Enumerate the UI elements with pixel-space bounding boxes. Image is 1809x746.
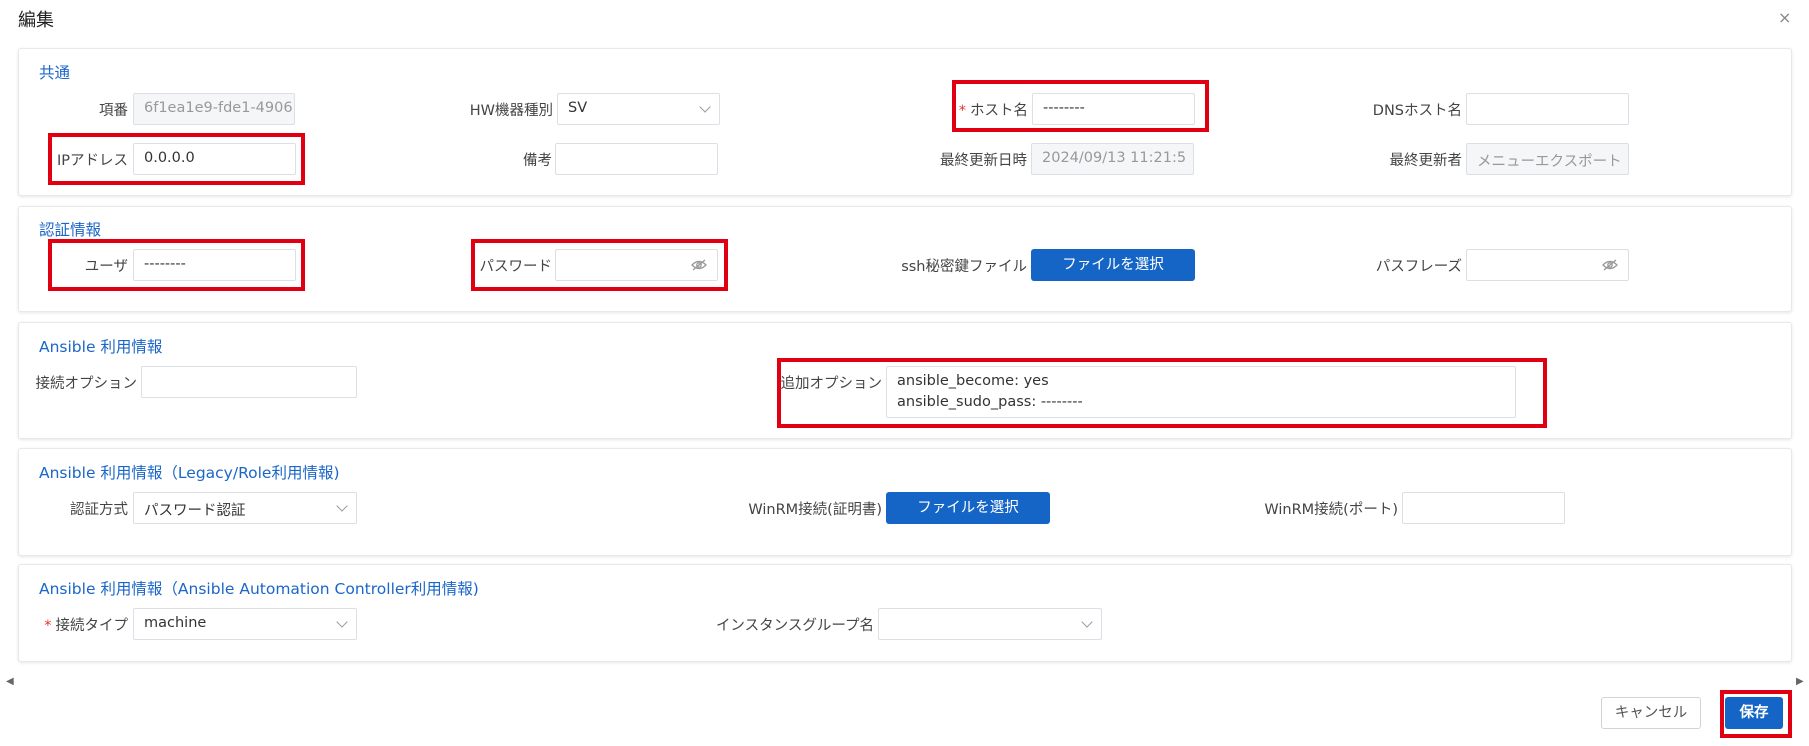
winrm-port-input[interactable] <box>1402 492 1565 524</box>
item-no-field: 6f1ea1e9-fde1-4906 <box>133 93 295 125</box>
passphrase-input[interactable] <box>1466 249 1629 281</box>
password-input[interactable] <box>555 249 718 281</box>
section-title-ansible: Ansible 利用情報 <box>39 338 163 356</box>
hostname-label: * ホスト名 <box>930 99 1028 120</box>
user-label: ユーザ <box>84 259 128 275</box>
ip-input[interactable]: 0.0.0.0 <box>133 143 296 175</box>
conn-type-label-text: 接続タイプ <box>55 618 129 634</box>
updated-by-field: メニューエクスポート <box>1466 143 1629 175</box>
dialog-title: 編集 <box>18 10 54 31</box>
extra-option-label: 追加オプション <box>780 376 883 392</box>
updated-at-field: 2024/09/13 11:21:5 <box>1031 143 1194 175</box>
ip-label: IPアドレス <box>56 153 128 169</box>
extra-option-textarea[interactable]: ansible_become: yes ansible_sudo_pass: -… <box>886 366 1516 418</box>
hw-type-value: SV <box>568 100 588 116</box>
ssh-key-file-button[interactable]: ファイルを選択 <box>1031 249 1195 281</box>
required-mark: * <box>44 618 52 634</box>
chevron-down-icon <box>336 616 348 628</box>
chevron-down-icon <box>1081 616 1093 628</box>
user-input[interactable]: -------- <box>133 249 296 281</box>
conn-type-label: * 接続タイプ <box>30 614 128 635</box>
conn-option-label: 接続オプション <box>35 376 138 392</box>
close-icon[interactable]: × <box>1778 8 1791 27</box>
auth-method-select[interactable]: パスワード認証 <box>133 492 357 524</box>
conn-option-input[interactable] <box>141 366 357 398</box>
conn-type-value: machine <box>144 615 207 631</box>
updated-by-label: 最終更新者 <box>1389 153 1463 169</box>
instance-group-select[interactable] <box>878 608 1102 640</box>
auth-method-value: パスワード認証 <box>144 503 246 519</box>
instance-group-label: インスタンスグループ名 <box>715 618 874 634</box>
ssh-key-label: ssh秘密鍵ファイル <box>901 259 1027 275</box>
chevron-down-icon <box>336 500 348 512</box>
hw-type-select[interactable]: SV <box>557 93 720 125</box>
updated-at-label: 最終更新日時 <box>940 153 1027 169</box>
dns-input[interactable] <box>1466 93 1629 125</box>
note-label: 備考 <box>523 153 552 169</box>
section-title-aac: Ansible 利用情報（Ansible Automation Controll… <box>39 580 479 598</box>
note-input[interactable] <box>555 143 718 175</box>
eye-off-icon[interactable] <box>691 258 707 272</box>
required-mark: * <box>958 103 966 119</box>
dns-label: DNSホスト名 <box>1372 103 1462 119</box>
eye-off-icon[interactable] <box>1602 258 1618 272</box>
scroll-left-icon[interactable]: ◀ <box>6 676 14 687</box>
section-title-common: 共通 <box>39 64 71 82</box>
passphrase-label: パスフレーズ <box>1375 259 1462 275</box>
hostname-input[interactable]: -------- <box>1032 93 1195 125</box>
section-title-legacy: Ansible 利用情報（Legacy/Role利用情報) <box>39 464 340 482</box>
chevron-down-icon <box>699 101 711 113</box>
cancel-button[interactable]: キャンセル <box>1601 697 1701 729</box>
hostname-label-text: ホスト名 <box>970 103 1028 119</box>
winrm-cert-file-button[interactable]: ファイルを選択 <box>886 492 1050 524</box>
save-button[interactable]: 保存 <box>1725 697 1783 729</box>
item-no-label: 項番 <box>99 103 128 119</box>
conn-type-select[interactable]: machine <box>133 608 357 640</box>
scroll-right-icon[interactable]: ▶ <box>1796 676 1804 687</box>
winrm-port-label: WinRM接続(ポート) <box>1264 502 1398 518</box>
winrm-cert-label: WinRM接続(証明書) <box>748 502 882 518</box>
auth-method-label: 認証方式 <box>70 502 128 518</box>
password-label: パスワード <box>479 259 553 275</box>
section-title-auth: 認証情報 <box>39 221 102 239</box>
hw-type-label: HW機器種別 <box>469 103 553 119</box>
